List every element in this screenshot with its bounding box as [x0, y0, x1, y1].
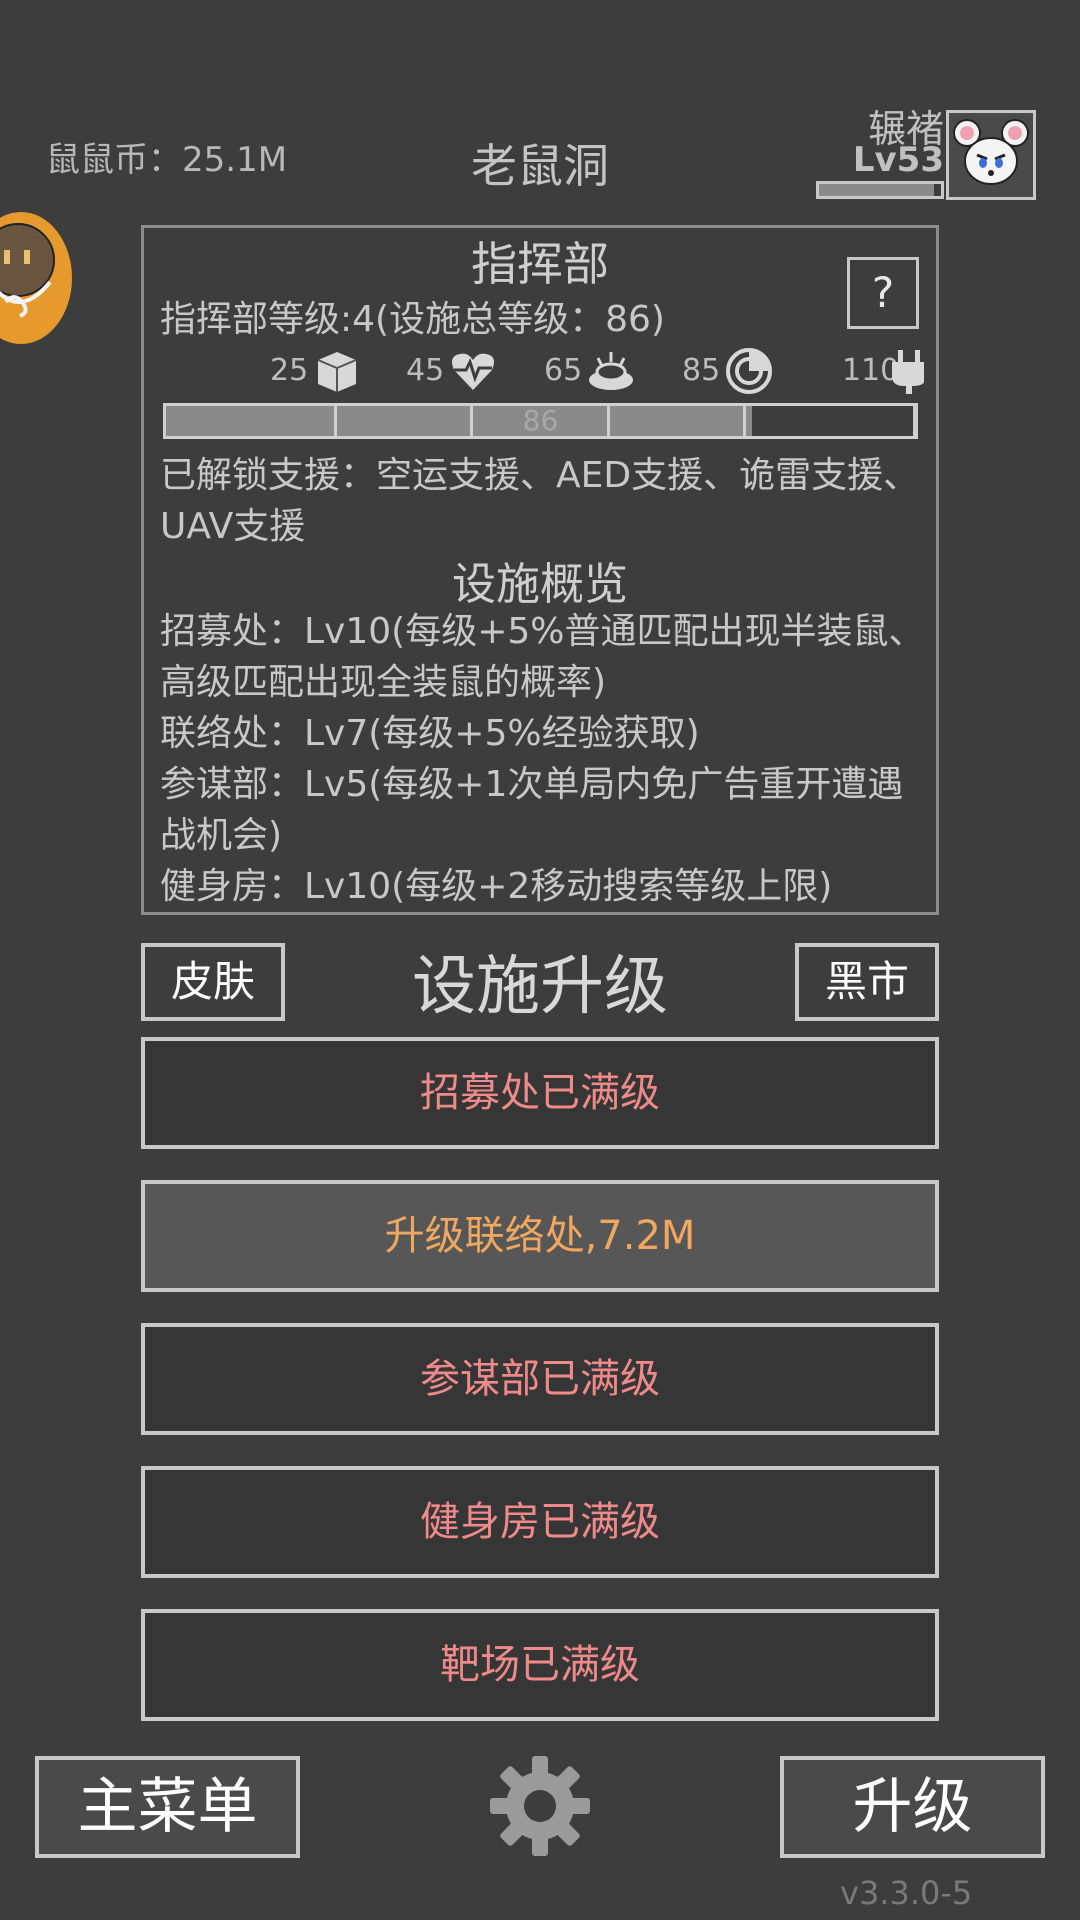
upgrade-button[interactable]: 升级	[780, 1756, 1045, 1858]
xp-bar	[816, 181, 944, 199]
player-level: Lv53	[852, 140, 944, 180]
facility-liaison-text: 联络处：Lv7(每级+5%经验获取)	[160, 713, 700, 754]
side-event-button[interactable]	[0, 212, 72, 344]
avatar[interactable]	[946, 110, 1036, 200]
milestone-85-value: 85	[682, 353, 721, 388]
character-icon	[0, 223, 55, 318]
command-panel: 指挥部 ? 指挥部等级:4(设施总等级：86) 25 45 65 85 110 …	[141, 225, 939, 915]
mine-icon	[586, 346, 636, 396]
facility-recruit-text: 招募处：Lv10(每级+5%普通匹配出现半装鼠、高级匹配出现全装鼠的概率)	[160, 611, 925, 703]
black-market-button[interactable]: 黑市	[795, 943, 939, 1021]
overview-title: 设施概览	[452, 559, 628, 610]
upgrade-recruit-button[interactable]: 招募处已满级	[141, 1037, 939, 1149]
heartbeat-icon	[448, 346, 498, 396]
progress-value-text: 86	[522, 404, 559, 437]
upgrade-range-button[interactable]: 靶场已满级	[141, 1609, 939, 1721]
facility-gym-text: 健身房：Lv10(每级+2移动搜索等级上限)	[160, 866, 833, 907]
milestone-45-value: 45	[406, 353, 445, 388]
radar-icon	[724, 346, 774, 396]
upgrade-liaison-button[interactable]: 升级联络处,7.2M	[141, 1180, 939, 1292]
facility-level-progress-bar: 86	[163, 403, 918, 439]
xp-bar-fill	[819, 184, 934, 196]
panel-title: 指挥部	[471, 237, 609, 291]
help-button[interactable]: ?	[847, 257, 919, 329]
facility-overview-list: 招募处：Lv10(每级+5%普通匹配出现半装鼠、高级匹配出现全装鼠的概率) 联络…	[160, 606, 930, 912]
main-menu-button[interactable]: 主菜单	[35, 1756, 300, 1858]
mouse-avatar-icon	[953, 119, 1029, 185]
plug-icon	[884, 346, 924, 396]
gear-icon[interactable]	[488, 1754, 592, 1858]
upgrade-staff-button[interactable]: 参谋部已满级	[141, 1323, 939, 1435]
milestone-25-value: 25	[270, 353, 309, 388]
milestone-65-value: 65	[544, 353, 583, 388]
upgrade-gym-button[interactable]: 健身房已满级	[141, 1466, 939, 1578]
screen: 鼠鼠币：25.1M 老鼠洞 辗褚 Lv53 指挥部 ? 指挥部等级:4(设施总等…	[0, 0, 1080, 1920]
facility-staff-text: 参谋部：Lv5(每级+1次单局内免广告重开遭遇战机会)	[160, 764, 904, 856]
hq-level-text: 指挥部等级:4(设施总等级：86)	[160, 299, 665, 340]
box-icon	[312, 346, 362, 396]
unlocked-support-text: 已解锁支援：空运支援、AED支援、诡雷支援、UAV支援	[160, 455, 920, 547]
version-label: v3.3.0-5	[840, 1874, 973, 1912]
